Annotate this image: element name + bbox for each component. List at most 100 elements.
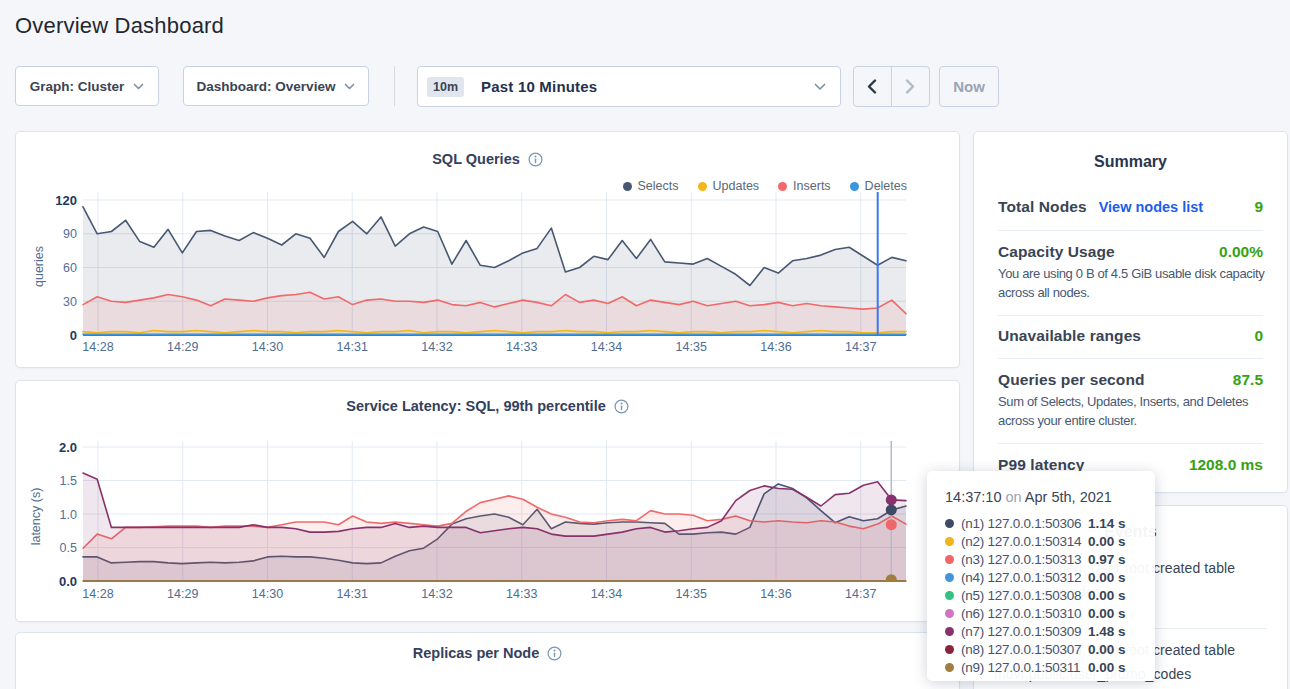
y-tick-label: 1.5 (60, 474, 77, 488)
x-tick-label: 14:36 (760, 587, 791, 601)
node-address: (n6) 127.0.0.1:50310 (961, 606, 1088, 621)
tooltip-node-row: (n7) 127.0.0.1:503091.48 s (945, 622, 1141, 640)
node-color-dot (945, 555, 954, 564)
summary-row-capacity-usage: Capacity Usage 0.00% You are using 0 B o… (998, 231, 1263, 316)
sql-queries-plot[interactable]: 0 30 60 90 120 14:28 14:29 14:30 14:31 14:32 14:33… (16, 132, 961, 369)
x-tick-label: 14:35 (676, 340, 707, 354)
crosshair-dot (886, 504, 897, 515)
summary-caption: You are using 0 B of 4.5 GiB usable disk… (998, 264, 1270, 302)
summary-value: 0.00% (1219, 243, 1263, 261)
x-tick-label: 14:31 (337, 587, 368, 601)
tooltip-time: 14:37:10 (945, 489, 1001, 505)
x-tick-label: 14:37 (845, 340, 876, 354)
overview-dashboard-page: Overview Dashboard Graph: Cluster Dashbo… (0, 0, 1290, 689)
summary-title: Summary (974, 132, 1287, 171)
tooltip-node-row: (n3) 127.0.0.1:503130.97 s (945, 550, 1141, 568)
time-range-badge: 10m (427, 77, 464, 97)
node-color-dot (945, 573, 954, 582)
node-latency-value: 0.00 s (1088, 606, 1126, 621)
y-tick-label: 0 (70, 328, 77, 343)
tooltip-date: Apr 5th, 2021 (1025, 489, 1112, 505)
time-forward-button[interactable] (892, 67, 930, 106)
tooltip-node-row: (n8) 127.0.0.1:503070.00 s (945, 640, 1141, 658)
node-latency-value: 0.00 s (1088, 660, 1126, 675)
summary-value: 0 (1254, 327, 1263, 345)
crosshair-dot (886, 519, 897, 530)
node-latency-value: 1.48 s (1088, 624, 1126, 639)
view-nodes-list-link[interactable]: View nodes list (1099, 199, 1204, 215)
dashboard-dropdown[interactable]: Dashboard: Overview (183, 66, 369, 106)
chart-hover-tooltip: 14:37:10 on Apr 5th, 2021 (n1) 127.0.0.1… (927, 471, 1155, 681)
x-tick-label: 14:31 (337, 340, 368, 354)
chart-title: Replicas per Node (413, 645, 540, 661)
y-tick-label: 2.0 (59, 440, 77, 455)
summary-row-head: Total Nodes View nodes list 9 (998, 198, 1263, 216)
y-tick-label: 90 (63, 227, 77, 241)
time-range-label: Past 10 Minutes (481, 78, 597, 95)
sql-queries-chart-card: SQL Queries SelectsUpdatesInsertsDeletes… (15, 131, 960, 368)
y-tick-label: 1.0 (60, 508, 77, 522)
graph-scope-dropdown[interactable]: Graph: Cluster (15, 66, 159, 106)
x-tick-label: 14:35 (676, 587, 707, 601)
node-latency-value: 0.00 s (1088, 642, 1126, 657)
y-tick-label: 120 (55, 193, 77, 208)
service-latency-plot[interactable]: 0.00.51.01.52.014:2814:2914:3014:3114:32… (16, 381, 961, 623)
chevron-right-icon (905, 79, 915, 94)
y-tick-label: 60 (63, 261, 77, 275)
summary-row-head: Queries per second 87.5 (998, 371, 1263, 389)
node-latency-value: 0.00 s (1088, 570, 1126, 585)
node-latency-value: 0.97 s (1088, 552, 1126, 567)
summary-value: 87.5 (1233, 371, 1263, 389)
replicas-per-node-chart-card: Replicas per Node (15, 632, 960, 689)
chevron-down-icon (344, 83, 355, 90)
graph-scope-label: Graph: Cluster (30, 79, 125, 94)
x-tick-label: 14:36 (760, 340, 791, 354)
x-tick-label: 14:32 (421, 587, 452, 601)
chevron-down-icon (814, 83, 826, 91)
node-address: (n9) 127.0.0.1:50311 (961, 660, 1088, 675)
y-tick-label: 0.0 (59, 574, 77, 589)
tooltip-node-row: (n4) 127.0.0.1:503120.00 s (945, 568, 1141, 586)
summary-value: 9 (1254, 198, 1263, 216)
dashboard-label: Dashboard: Overview (197, 79, 336, 94)
node-latency-value: 1.14 s (1088, 516, 1126, 531)
node-address: (n5) 127.0.0.1:50308 (961, 588, 1088, 603)
time-range-dropdown[interactable]: 10m Past 10 Minutes (417, 66, 841, 107)
tooltip-node-row: (n6) 127.0.0.1:503100.00 s (945, 604, 1141, 622)
tooltip-node-row: (n2) 127.0.0.1:503140.00 s (945, 532, 1141, 550)
crosshair-dot (886, 494, 897, 505)
node-color-dot (945, 591, 954, 600)
summary-label: Total Nodes (998, 198, 1087, 216)
time-shift-buttons (853, 66, 930, 107)
x-tick-label: 14:30 (252, 340, 283, 354)
node-color-dot (945, 609, 954, 618)
node-address: (n2) 127.0.0.1:50314 (961, 534, 1088, 549)
summary-label: Queries per second (998, 371, 1145, 389)
chevron-down-icon (133, 83, 144, 90)
node-address: (n4) 127.0.0.1:50312 (961, 570, 1088, 585)
info-icon[interactable] (547, 646, 562, 661)
tooltip-node-row: (n5) 127.0.0.1:503080.00 s (945, 586, 1141, 604)
y-tick-label: 0.5 (60, 541, 77, 555)
time-back-button[interactable] (854, 67, 892, 106)
chart-title-row: Replicas per Node (16, 645, 959, 661)
service-latency-chart-card: Service Latency: SQL, 99th percentile la… (15, 380, 960, 622)
x-tick-label: 14:29 (167, 340, 198, 354)
toolbar-divider (394, 66, 395, 106)
chevron-left-icon (867, 79, 877, 94)
node-latency-value: 0.00 s (1088, 534, 1126, 549)
x-tick-label: 14:28 (82, 587, 113, 601)
node-color-dot (945, 519, 954, 528)
now-button[interactable]: Now (939, 66, 999, 107)
y-tick-label: 30 (63, 295, 77, 309)
node-color-dot (945, 663, 954, 672)
node-address: (n7) 127.0.0.1:50309 (961, 624, 1088, 639)
summary-caption: Sum of Selects, Updates, Inserts, and De… (998, 392, 1270, 430)
x-tick-label: 14:32 (421, 340, 452, 354)
x-tick-label: 14:33 (506, 340, 537, 354)
node-latency-value: 0.00 s (1088, 588, 1126, 603)
summary-row-head: Capacity Usage 0.00% (998, 243, 1263, 261)
summary-panel: Summary Total Nodes View nodes list 9 Ca… (973, 131, 1288, 493)
x-tick-label: 14:28 (82, 340, 113, 354)
node-address: (n8) 127.0.0.1:50307 (961, 642, 1088, 657)
